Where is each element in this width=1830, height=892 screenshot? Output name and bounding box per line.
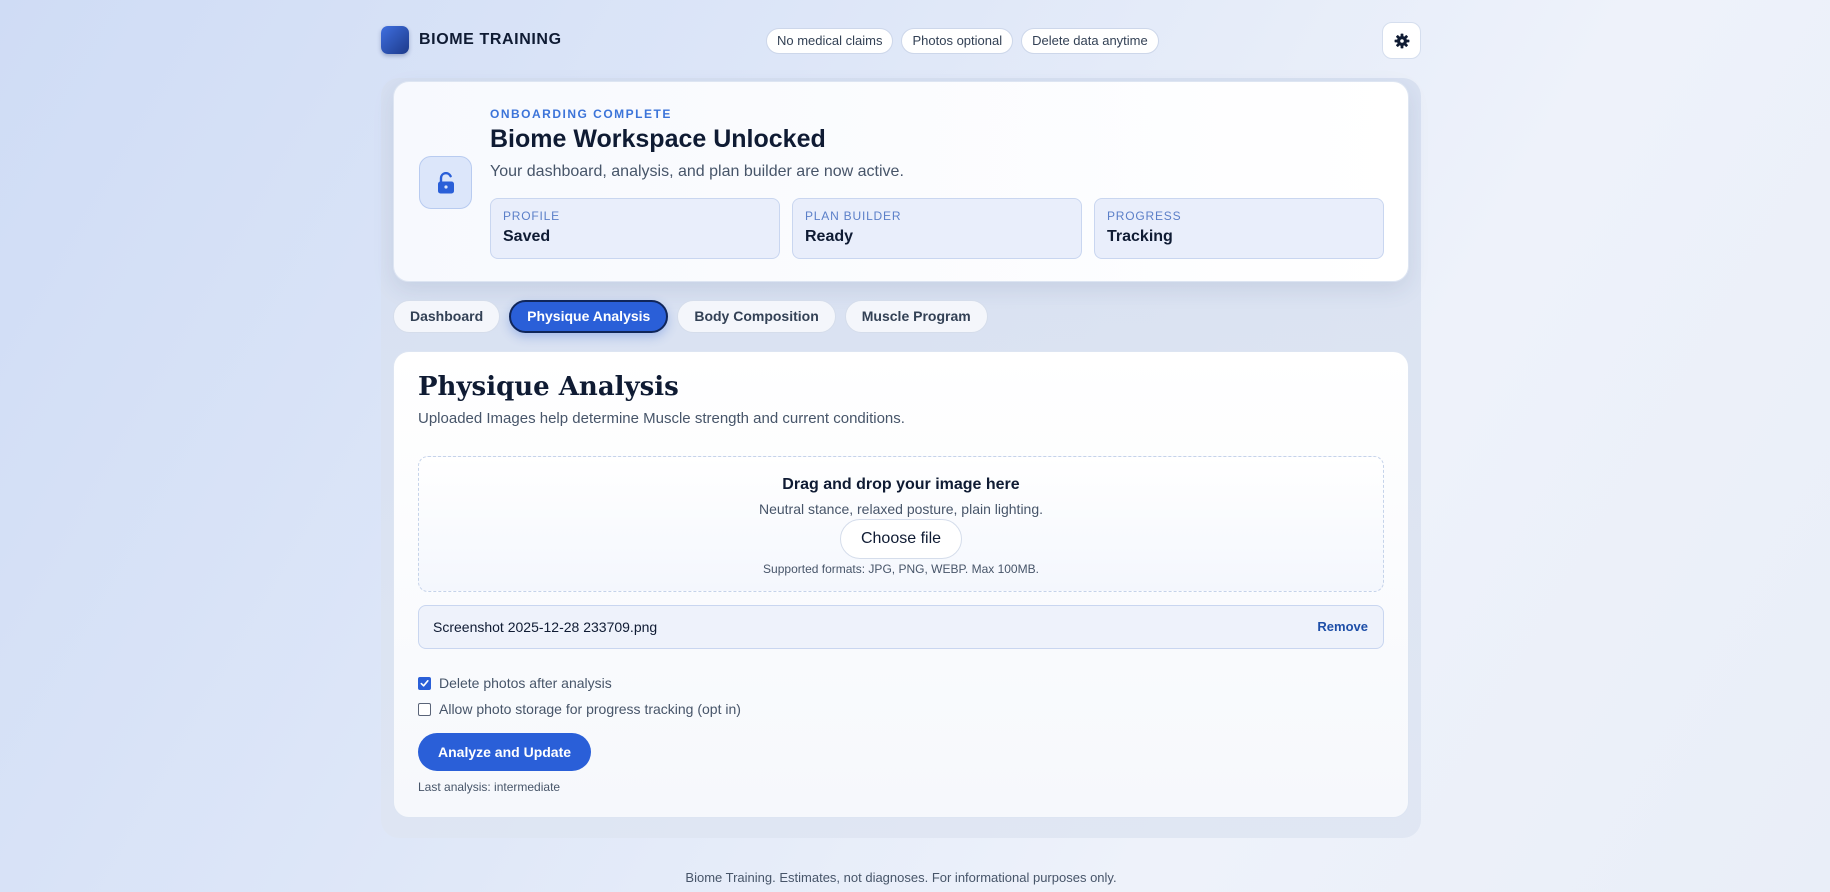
tab-muscle-program[interactable]: Muscle Program [844,300,988,333]
stat-value: Tracking [1107,228,1173,245]
delete-photos-label: Delete photos after analysis [439,675,612,691]
stat-label: PROFILE [503,209,560,223]
gear-icon [1394,33,1409,48]
pill-no-medical-claims: No medical claims [766,28,894,54]
pill-delete-data: Delete data anytime [1021,28,1159,54]
delete-photos-checkbox[interactable] [418,676,431,690]
image-dropzone[interactable]: Drag and drop your image here Neutral st… [418,456,1384,592]
stat-profile: PROFILE Saved [490,198,780,259]
dropzone-title: Drag and drop your image here [782,476,1020,493]
unlock-badge [419,156,472,209]
pill-photos-optional: Photos optional [901,28,1014,54]
stat-value: Ready [805,228,854,245]
tab-physique-analysis[interactable]: Physique Analysis [509,300,669,333]
dropzone-hint: Neutral stance, relaxed posture, plain l… [758,501,1044,517]
hero-eyebrow: ONBOARDING COMPLETE [490,107,672,121]
footer-disclaimer: Biome Training. Estimates, not diagnoses… [685,870,1117,885]
info-pills: No medical claims Photos optional Delete… [766,28,1159,54]
hero-title: Biome Workspace Unlocked [490,125,826,153]
analyze-and-update-button[interactable]: Analyze and Update [418,733,592,771]
onboarding-card: ONBOARDING COMPLETE Biome Workspace Unlo… [393,81,1409,282]
file-name: Screenshot 2025-12-28 233709.png [433,619,658,635]
stat-progress: PROGRESS Tracking [1094,198,1384,259]
tab-body-composition[interactable]: Body Composition [677,300,836,333]
brand[interactable]: BIOME TRAINING [381,26,562,54]
allow-storage-label: Allow photo storage for progress trackin… [439,701,741,717]
allow-storage-option[interactable]: Allow photo storage for progress trackin… [418,701,741,717]
workspace-tabs: Dashboard Physique Analysis Body Composi… [393,300,988,333]
workspace-panel: ONBOARDING COMPLETE Biome Workspace Unlo… [381,78,1421,838]
supported-formats: Supported formats: JPG, PNG, WEBP. Max 1… [763,562,1039,576]
stat-value: Saved [503,228,551,245]
brand-name: BIOME TRAINING [419,31,562,48]
tab-dashboard[interactable]: Dashboard [393,300,501,333]
checkmark-icon [420,679,429,687]
hero-subtitle: Your dashboard, analysis, and plan build… [490,163,904,180]
stat-label: PLAN BUILDER [805,209,902,223]
section-subtitle: Uploaded Images help determine Muscle st… [418,410,905,427]
unlock-icon [437,171,454,193]
delete-photos-option[interactable]: Delete photos after analysis [418,675,612,691]
allow-storage-checkbox[interactable] [418,702,431,716]
selected-file-row: Screenshot 2025-12-28 233709.png Remove [418,605,1384,649]
settings-button[interactable] [1382,22,1421,59]
section-title: Physique Analysis [418,372,679,402]
top-bar: BIOME TRAINING No medical claims Photos … [381,22,1421,59]
choose-file-button[interactable]: Choose file [839,519,963,559]
stat-plan-builder: PLAN BUILDER Ready [792,198,1082,259]
remove-file-button[interactable]: Remove [1317,619,1368,634]
app-logo-icon [381,26,409,54]
physique-analysis-card: Physique Analysis Uploaded Images help d… [393,351,1409,818]
stat-label: PROGRESS [1107,209,1182,223]
last-analysis-status: Last analysis: intermediate [418,780,561,794]
